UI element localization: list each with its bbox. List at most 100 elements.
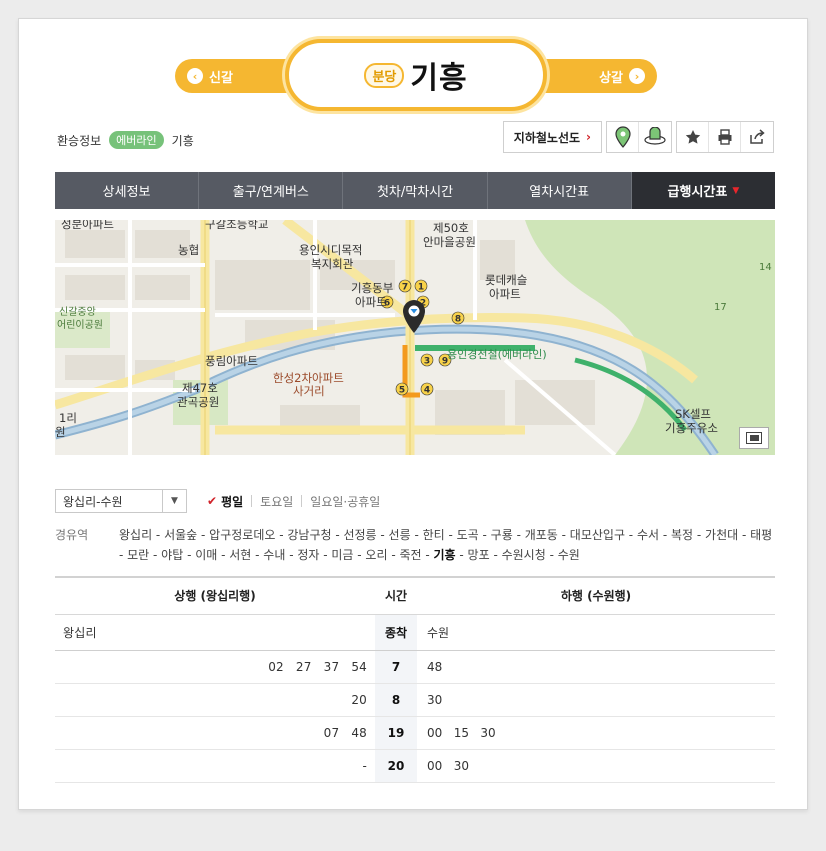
transfer-label: 환승정보: [57, 133, 102, 148]
up-minutes: 07 48: [55, 716, 375, 750]
transfer-station[interactable]: 기흥: [172, 132, 194, 149]
svg-text:1리: 1리: [59, 411, 77, 425]
tab-label: 출구/연계버스: [232, 185, 309, 200]
direction-select[interactable]: 왕십리-수원 ▼: [55, 489, 187, 513]
svg-text:관곡공원: 관곡공원: [177, 395, 219, 409]
map-canvas: 7 1 6 2 8 3 9 5 4 성분아파트 구갈초등학교 농협 용인시디목적…: [55, 220, 775, 455]
svg-text:기흥동부: 기흥동부: [351, 281, 393, 295]
down-minutes: 00 15 30: [417, 716, 775, 750]
svg-text:제47호: 제47호: [182, 381, 218, 395]
svg-text:풍림아파트: 풍림아파트: [205, 354, 258, 368]
down-header: 하행 (수원행): [417, 577, 775, 615]
tab-timetable[interactable]: 열차시간표: [488, 172, 632, 209]
tab-express-timetable[interactable]: 급행시간표 ▼: [631, 172, 776, 209]
svg-text:3: 3: [424, 357, 430, 367]
svg-text:구갈초등학교: 구갈초등학교: [205, 220, 268, 231]
line-badge: 분당: [364, 62, 405, 88]
chevron-left-icon: ‹: [187, 68, 203, 84]
tab-label: 열차시간표: [529, 185, 590, 200]
svg-text:1: 1: [418, 283, 424, 293]
check-icon: ✔: [207, 494, 218, 508]
station-title-box: 분당 기흥: [285, 39, 547, 111]
print-icon[interactable]: [709, 122, 741, 152]
direction-value: 왕십리-수원: [63, 494, 123, 509]
subway-map-label: 지하철노선도: [513, 130, 581, 145]
up-destination: 왕십리: [55, 614, 375, 651]
tab-label: 상세정보: [102, 185, 151, 200]
table-row: 20 8 30: [55, 683, 775, 717]
hour-cell: 20: [375, 749, 417, 783]
tab-exit-bus[interactable]: 출구/연계버스: [199, 172, 344, 209]
svg-text:7: 7: [402, 283, 408, 293]
page-frame: ‹ 신갈 상갈 › 분당 기흥 환승정보 에버라인 기흥 지하철노선도 › 상세…: [18, 18, 808, 810]
hour-cell: 19: [375, 716, 417, 750]
table-row: 02 27 37 54 7 48: [55, 650, 775, 684]
expand-icon: [746, 432, 762, 444]
tab-bar: 상세정보 출구/연계버스 첫차/막차시간 열차시간표 급행시간표 ▼: [55, 172, 776, 209]
action-group: [676, 121, 774, 153]
chevron-right-icon: ›: [586, 130, 591, 144]
via-stations: 경유역 왕십리 - 서울숲 - 압구정로데오 - 강남구청 - 선정릉 - 선릉…: [55, 525, 775, 565]
svg-text:농협: 농협: [178, 243, 199, 257]
tab-label: 첫차/막차시간: [376, 185, 454, 200]
table-row: 07 48 19 00 15 30: [55, 716, 775, 750]
tab-detail[interactable]: 상세정보: [55, 172, 200, 209]
svg-text:아파트: 아파트: [355, 295, 387, 309]
time-header: 시간: [375, 577, 417, 615]
svg-text:4: 4: [424, 386, 430, 396]
svg-text:성분아파트: 성분아파트: [61, 220, 114, 231]
hour-cell: 8: [375, 683, 417, 717]
train-icon[interactable]: [639, 122, 671, 152]
svg-text:안마을공원: 안마을공원: [423, 235, 476, 249]
down-destination: 수원: [417, 614, 775, 651]
express-timetable: 상행 (왕십리행) 시간 하행 (수원행) 왕십리 종착 수원 02 27 37…: [55, 576, 775, 783]
svg-text:복지회관: 복지회관: [311, 257, 354, 271]
down-minutes: 00 30: [417, 749, 775, 783]
svg-text:사거리: 사거리: [293, 384, 325, 398]
down-minutes: 48: [417, 650, 775, 684]
up-header: 상행 (왕십리행): [55, 577, 375, 615]
svg-text:17: 17: [714, 302, 727, 313]
station-map[interactable]: 7 1 6 2 8 3 9 5 4 성분아파트 구갈초등학교 농협 용인시디목적…: [55, 220, 775, 455]
svg-text:SK셀프: SK셀프: [675, 407, 711, 421]
station-name: 기흥: [410, 61, 468, 96]
via-label: 경유역: [55, 528, 89, 542]
map-expand-button[interactable]: [739, 427, 769, 449]
transfer-info: 환승정보 에버라인 기흥: [57, 131, 194, 149]
location-pin-icon[interactable]: [607, 122, 639, 152]
svg-text:신갈중앙: 신갈중앙: [59, 305, 96, 318]
up-minutes: 20: [55, 683, 375, 717]
svg-text:용인경전철(에버라인): 용인경전철(에버라인): [447, 348, 547, 361]
toolbar: 지하철노선도 ›: [502, 121, 774, 153]
svg-text:8: 8: [455, 315, 461, 325]
share-icon[interactable]: [741, 122, 773, 152]
day-holiday[interactable]: 일요일·공휴일: [310, 493, 380, 510]
table-row: 왕십리 종착 수원: [55, 614, 775, 651]
day-selector: ✔ 평일 토요일 일요일·공휴일: [207, 493, 380, 510]
next-station-label: 상갈: [599, 70, 623, 86]
subway-map-button[interactable]: 지하철노선도 ›: [502, 121, 602, 153]
up-minutes: -: [55, 749, 375, 783]
svg-text:롯데캐슬: 롯데캐슬: [485, 273, 527, 287]
svg-text:용인시디목적: 용인시디목적: [299, 243, 362, 257]
via-list: 왕십리 - 서울숲 - 압구정로데오 - 강남구청 - 선정릉 - 선릉 - 한…: [119, 525, 775, 565]
tab-first-last[interactable]: 첫차/막차시간: [343, 172, 488, 209]
svg-text:어린이공원: 어린이공원: [57, 319, 103, 331]
hour-cell: 7: [375, 650, 417, 684]
transfer-line-badge[interactable]: 에버라인: [109, 131, 164, 149]
down-minutes: 30: [417, 683, 775, 717]
star-icon[interactable]: [677, 122, 709, 152]
chevron-right-icon: ›: [629, 68, 645, 84]
svg-text:제50호: 제50호: [433, 221, 469, 235]
station-header: ‹ 신갈 상갈 › 분당 기흥: [19, 29, 809, 111]
via-current-station: 기흥: [433, 548, 456, 562]
day-weekday[interactable]: 평일: [221, 493, 243, 510]
svg-text:한성2차아파트: 한성2차아파트: [273, 371, 344, 385]
svg-text:기흥주유소: 기흥주유소: [665, 421, 718, 435]
timetable-filter: 왕십리-수원 ▼ ✔ 평일 토요일 일요일·공휴일: [55, 489, 380, 513]
day-saturday[interactable]: 토요일: [260, 493, 293, 510]
svg-text:14: 14: [759, 262, 772, 273]
time-destination: 종착: [375, 614, 417, 651]
tab-label: 급행시간표: [667, 185, 728, 200]
svg-text:원: 원: [55, 425, 66, 439]
